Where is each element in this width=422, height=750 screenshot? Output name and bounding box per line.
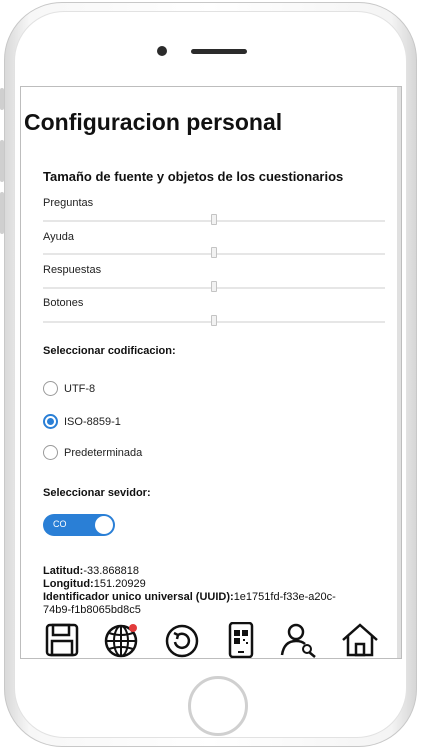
font-size-heading: Tamaño de fuente y objetos de los cuesti… (43, 169, 344, 184)
radio-predeterminada[interactable] (43, 445, 58, 460)
uuid-value-part2: 74b9-f1b8065bd8c5 (43, 604, 141, 616)
uuid-line-2: 74b9-f1b8065bd8c5 (43, 604, 141, 616)
mute-switch (0, 88, 4, 110)
latitude-value: -33.868818 (83, 565, 139, 577)
uuid-line: Identificador unico universal (UUID):1e1… (43, 591, 336, 603)
refresh-icon[interactable] (163, 622, 201, 658)
home-button[interactable] (188, 676, 248, 736)
radio-utf8[interactable] (43, 381, 58, 396)
front-camera (157, 46, 167, 56)
server-heading: Seleccionar sevidor: (43, 487, 151, 499)
slider-label-preguntas: Preguntas (43, 197, 94, 209)
page-title: Configuracion personal (24, 109, 283, 135)
save-icon[interactable] (43, 622, 81, 658)
encoding-heading: Seleccionar codificacion: (43, 345, 176, 357)
slider-thumb-botones[interactable] (211, 315, 217, 326)
earpiece-speaker (191, 49, 247, 54)
slider-thumb-respuestas[interactable] (211, 281, 217, 292)
screen-edge (397, 87, 401, 658)
slider-label-botones: Botones (43, 297, 84, 309)
volume-up-button (0, 140, 4, 182)
longitude-label: Longitud: (43, 578, 94, 590)
bottom-toolbar (21, 619, 401, 658)
radio-label-iso-8859-1: ISO-8859-1 (64, 416, 121, 428)
volume-down-button (0, 192, 4, 234)
uuid-label: Identificador unico universal (UUID): (43, 591, 234, 603)
slider-label-ayuda: Ayuda (43, 231, 74, 243)
radio-label-utf8: UTF-8 (64, 383, 96, 395)
uuid-value-part1: 1e1751fd-f33e-a20c- (233, 591, 336, 603)
notification-badge (129, 624, 137, 632)
home-icon[interactable] (341, 622, 379, 658)
latitude-label: Latitud: (43, 565, 84, 577)
server-toggle-label: CO (53, 519, 67, 529)
globe-icon[interactable] (102, 622, 140, 658)
radio-iso-8859-1[interactable] (43, 414, 58, 429)
longitude-value: 151.20929 (93, 578, 146, 590)
latitude-line: Latitud:-33.868818 (43, 565, 139, 577)
longitude-line: Longitud:151.20929 (43, 578, 146, 590)
app-screen: Configuracion personal Tamaño de fuente … (20, 86, 402, 659)
user-key-icon[interactable] (279, 622, 317, 658)
qr-phone-icon[interactable] (222, 622, 260, 658)
slider-thumb-ayuda[interactable] (211, 247, 217, 258)
server-toggle-knob (95, 516, 113, 534)
radio-label-predeterminada: Predeterminada (64, 447, 143, 459)
slider-thumb-preguntas[interactable] (211, 214, 217, 225)
server-toggle[interactable]: CO (43, 514, 115, 536)
slider-label-respuestas: Respuestas (43, 264, 102, 276)
